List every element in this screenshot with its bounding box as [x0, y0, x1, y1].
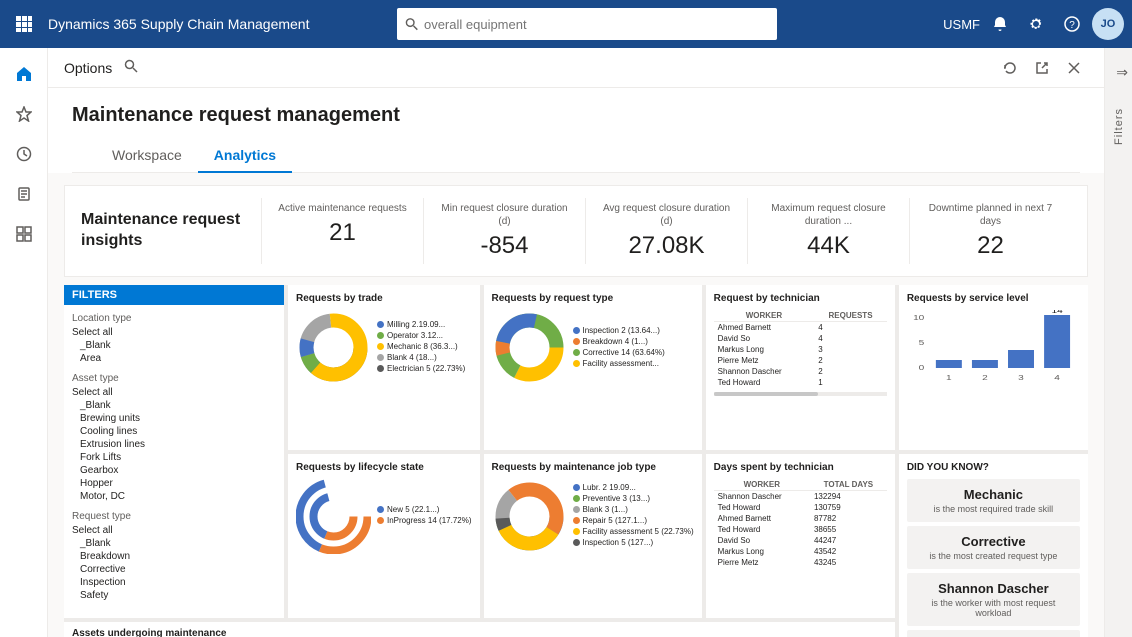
- subnav-search-icon[interactable]: [124, 59, 138, 76]
- insights-title: Maintenance request insights: [81, 210, 261, 252]
- notifications-button[interactable]: [984, 8, 1016, 40]
- filter-asset-type: Asset type Select all _Blank Brewing uni…: [72, 373, 276, 503]
- global-search-bar[interactable]: [397, 8, 777, 40]
- worker-row: Ted Howard1: [714, 377, 887, 388]
- filters-side-panel: ⇒ Filters: [1104, 48, 1132, 637]
- svg-text:10: 10: [913, 314, 924, 322]
- dyk-asset: Cooling lines is the most repaired asset…: [907, 630, 1080, 637]
- dyk-corrective: Corrective is the most created request t…: [907, 526, 1080, 569]
- days-row: Ahmed Barnett87782: [714, 513, 887, 524]
- svg-text:5: 5: [919, 339, 925, 347]
- refresh-button[interactable]: [996, 54, 1024, 82]
- app-name: Dynamics 365 Supply Chain Management: [48, 16, 309, 32]
- filters-header: FILTERS: [64, 285, 284, 305]
- days-row: David So44247: [714, 535, 887, 546]
- sidebar: [0, 48, 48, 637]
- svg-text:1: 1: [946, 374, 952, 382]
- dashboard: Maintenance request insights Active main…: [48, 173, 1104, 637]
- days-row: Pierre Metz43245: [714, 557, 887, 568]
- kpi-min: Min request closure duration (d) -854: [423, 198, 585, 264]
- svg-text:0: 0: [919, 364, 925, 372]
- svg-text:14: 14: [1051, 310, 1062, 315]
- days-row: Ted Howard38655: [714, 524, 887, 535]
- subnav-actions: [996, 54, 1088, 82]
- days-row: Ted Howard130759: [714, 502, 887, 513]
- svg-text:?: ?: [1069, 20, 1075, 31]
- did-you-know-card: DID YOU KNOW? Mechanic is the most requi…: [899, 454, 1088, 637]
- sidebar-home[interactable]: [6, 56, 42, 92]
- kpi-downtime: Downtime planned in next 7 days 22: [909, 198, 1071, 264]
- page-title: Maintenance request management: [72, 104, 1080, 127]
- tabs: Workspace Analytics: [72, 139, 1080, 173]
- help-button[interactable]: ?: [1056, 8, 1088, 40]
- filters-card: FILTERS Location type Select all _Blank …: [64, 285, 284, 618]
- assets-table-card: Assets undergoing maintenance REQUEST AS…: [64, 622, 895, 637]
- chart-by-technician: Request by technician WORKERREQUESTS Ahm…: [706, 285, 895, 450]
- chart-by-maintenance-job: Requests by maintenance job type: [484, 454, 702, 619]
- chart-by-request-type: Requests by request type Inspection 2 (1…: [484, 285, 702, 450]
- tab-analytics[interactable]: Analytics: [198, 139, 292, 173]
- kpi-active: Active maintenance requests 21: [261, 198, 423, 264]
- chart-by-trade: Requests by trade Milling 2.19.09...: [288, 285, 480, 450]
- app-grid-button[interactable]: [8, 8, 40, 40]
- page-area: Maintenance request management Workspace…: [48, 88, 1104, 637]
- filters-side-label[interactable]: Filters: [1113, 108, 1125, 145]
- global-search-input[interactable]: [424, 17, 769, 32]
- sidebar-modules[interactable]: [6, 216, 42, 252]
- org-name: USMF: [943, 17, 980, 32]
- kpi-avg: Avg request closure duration (d) 27.08K: [585, 198, 747, 264]
- kpi-max: Maximum request closure duration ... 44K: [747, 198, 909, 264]
- svg-text:4: 4: [1054, 374, 1060, 382]
- svg-text:3: 3: [1018, 374, 1024, 382]
- chart-by-service-level: Requests by service level 10 5 0: [899, 285, 1088, 450]
- filter-request-type: Request type Select all _Blank Breakdown…: [72, 511, 276, 602]
- filter-location-type: Location type Select all _Blank Area: [72, 313, 276, 365]
- chart-by-lifecycle: Requests by lifecycle state New 5 (22.1.…: [288, 454, 480, 619]
- worker-row: Markus Long3: [714, 344, 887, 355]
- worker-row: David So4: [714, 333, 887, 344]
- sidebar-pinned[interactable]: [6, 176, 42, 212]
- settings-button[interactable]: [1020, 8, 1052, 40]
- dyk-mechanic: Mechanic is the most required trade skil…: [907, 479, 1080, 522]
- worker-row: Ahmed Barnett4: [714, 322, 887, 334]
- options-label: Options: [64, 60, 112, 76]
- dyk-worker: Shannon Dascher is the worker with most …: [907, 573, 1080, 626]
- svg-text:2: 2: [982, 374, 988, 382]
- chart-days-by-technician: Days spent by technician WORKER TOTAL DA…: [706, 454, 895, 619]
- user-avatar[interactable]: JO: [1092, 8, 1124, 40]
- open-new-window-button[interactable]: [1028, 54, 1056, 82]
- close-button[interactable]: [1060, 54, 1088, 82]
- sidebar-recent[interactable]: [6, 136, 42, 172]
- page-header: Maintenance request management Workspace…: [48, 88, 1104, 173]
- worker-row: Shannon Dascher2: [714, 366, 887, 377]
- filters-side-icon[interactable]: ⇒: [1116, 64, 1128, 81]
- subnav: Options: [48, 48, 1104, 88]
- tab-workspace[interactable]: Workspace: [96, 139, 198, 173]
- charts-grid: FILTERS Location type Select all _Blank …: [64, 285, 1088, 637]
- worker-row: Pierre Metz2: [714, 355, 887, 366]
- days-row: Shannon Dascher132294: [714, 490, 887, 502]
- days-row: Markus Long43542: [714, 546, 887, 557]
- kpi-row: Maintenance request insights Active main…: [64, 185, 1088, 277]
- sidebar-favorites[interactable]: [6, 96, 42, 132]
